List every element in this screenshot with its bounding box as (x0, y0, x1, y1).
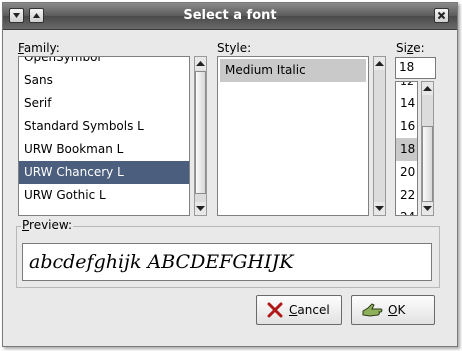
down-arrow-icon (423, 206, 432, 211)
ok-button[interactable]: OK (351, 295, 435, 325)
close-icon (437, 11, 446, 20)
family-item[interactable]: URW Bookman L (19, 138, 189, 161)
preview-text-entry[interactable]: abcdefghijk ABCDEFGHIJK (22, 243, 432, 281)
size-item[interactable]: 22 (396, 184, 417, 207)
close-button[interactable] (434, 8, 449, 23)
size-entry[interactable]: 18 (395, 57, 436, 79)
style-scrollbar[interactable] (373, 56, 386, 216)
size-item[interactable]: 14 (396, 92, 417, 115)
family-label: Family: (18, 41, 60, 55)
style-list[interactable]: Medium Italic (217, 56, 369, 216)
title-bar[interactable]: Select a font (3, 3, 457, 30)
scroll-down-button[interactable] (195, 202, 206, 215)
ok-label: OK (388, 303, 406, 317)
window-title: Select a font (183, 8, 277, 23)
up-arrow-icon (196, 61, 205, 66)
size-item[interactable]: 20 (396, 161, 417, 184)
cancel-label: Cancel (289, 303, 330, 317)
scroll-down-button[interactable] (374, 202, 385, 215)
family-item-selected[interactable]: URW Chancery L (19, 161, 189, 184)
family-item[interactable]: Sans (19, 69, 189, 92)
family-list[interactable]: OpenSymbol Sans Serif Standard Symbols L… (18, 56, 190, 216)
down-arrow-icon (196, 206, 205, 211)
cancel-x-icon (267, 302, 283, 318)
scroll-up-button[interactable] (374, 57, 385, 70)
scroll-down-button[interactable] (422, 202, 433, 215)
family-scrollbar[interactable] (194, 56, 207, 216)
scroll-thumb[interactable] (195, 71, 206, 194)
size-scrollbar[interactable] (421, 81, 434, 216)
style-label: Style: (217, 41, 252, 55)
size-list[interactable]: 12 14 16 18 20 22 24 (395, 81, 418, 216)
scroll-up-button[interactable] (195, 57, 206, 70)
scroll-thumb[interactable] (422, 126, 433, 202)
family-item[interactable]: URW Gothic L (19, 184, 189, 207)
ok-hand-icon (362, 303, 383, 317)
size-item-selected[interactable]: 18 (396, 138, 417, 161)
scroll-up-button[interactable] (422, 82, 433, 95)
size-item[interactable]: 24 (396, 206, 417, 215)
preview-label: Preview: (21, 218, 74, 232)
up-arrow-icon (375, 61, 384, 66)
style-item-selected[interactable]: Medium Italic (220, 59, 366, 82)
size-label: Size: (396, 41, 425, 55)
size-item[interactable]: 16 (396, 115, 417, 138)
font-selection-dialog: Select a font Family: OpenSymbol Sans Se… (2, 2, 458, 347)
cancel-button[interactable]: Cancel (256, 295, 342, 325)
family-item[interactable]: OpenSymbol (19, 57, 189, 69)
family-item[interactable]: Serif (19, 92, 189, 115)
up-arrow-icon (423, 86, 432, 91)
family-item[interactable]: Standard Symbols L (19, 115, 189, 138)
down-arrow-icon (375, 206, 384, 211)
